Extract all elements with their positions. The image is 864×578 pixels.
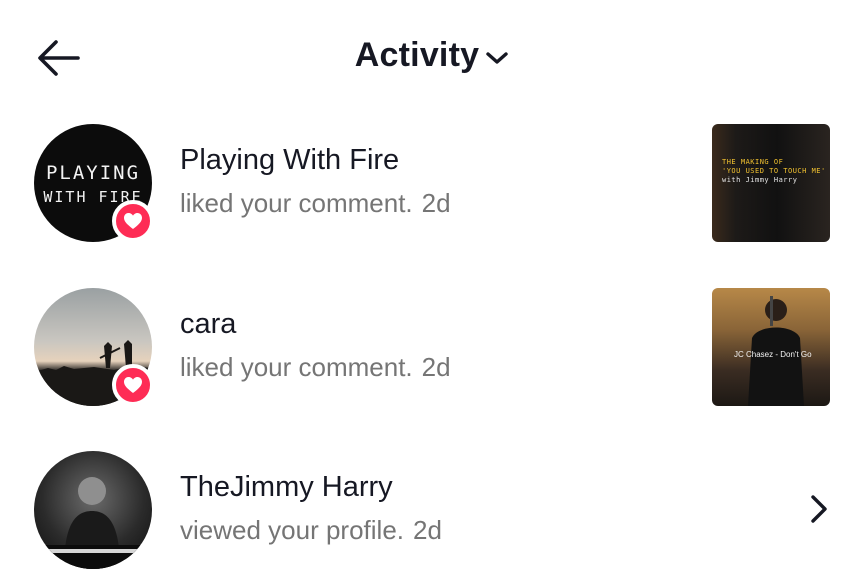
thumbnail-caption-line: THE MAKING OF <box>722 158 784 166</box>
avatar[interactable] <box>34 451 152 569</box>
avatar-wrap <box>34 451 152 569</box>
thumbnail-photo <box>748 296 804 406</box>
activity-time: 2d <box>421 188 451 218</box>
activity-filter-dropdown[interactable]: Activity <box>355 36 509 75</box>
heart-icon <box>124 377 142 393</box>
activity-action: liked your comment. <box>180 352 413 382</box>
activity-item-cara[interactable]: cara liked your comment. 2d JC Chasez - D… <box>0 282 864 412</box>
heart-icon <box>124 213 142 229</box>
chevron-right-icon[interactable] <box>806 493 832 525</box>
video-thumbnail[interactable]: JC Chasez - Don't Go <box>712 288 830 406</box>
thumbnail-caption-line: 'YOU USED TO TOUCH ME' <box>722 167 826 175</box>
activity-action: viewed your profile. <box>180 515 404 545</box>
activity-text: Playing With Fire liked your comment. 2d <box>180 142 451 220</box>
chevron-down-icon <box>486 51 508 64</box>
activity-item-playing-with-fire[interactable]: PLAYING WITH FIRE Playing With Fire like… <box>0 118 864 248</box>
activity-text: cara liked your comment. 2d <box>180 306 451 384</box>
video-thumbnail[interactable]: THE MAKING OF 'YOU USED TO TOUCH ME' wit… <box>712 124 830 242</box>
page-title: Activity <box>354 36 480 74</box>
user-name[interactable]: TheJimmy Harry <box>180 469 442 505</box>
user-name[interactable]: Playing With Fire <box>180 142 451 178</box>
user-name[interactable]: cara <box>180 306 451 342</box>
avatar-photo-silhouette <box>34 477 152 569</box>
activity-description: liked your comment. 2d <box>180 350 451 384</box>
activity-time: 2d <box>413 515 442 545</box>
activity-time: 2d <box>421 352 451 382</box>
thumbnail-caption-line: with Jimmy Harry <box>722 176 798 184</box>
activity-description: liked your comment. 2d <box>180 186 451 220</box>
thumbnail-caption: JC Chasez - Don't Go <box>734 350 812 359</box>
activity-action: liked your comment. <box>180 188 413 218</box>
activity-text: TheJimmy Harry viewed your profile. 2d <box>180 469 442 547</box>
avatar-wrap: PLAYING WITH FIRE <box>34 124 154 242</box>
activity-item-thejimmy-harry[interactable]: TheJimmy Harry viewed your profile. 2d <box>0 445 864 575</box>
thumbnail-caption: THE MAKING OF 'YOU USED TO TOUCH ME' wit… <box>722 158 826 185</box>
like-badge <box>112 364 154 406</box>
avatar-logo-text: PLAYING <box>45 162 141 184</box>
avatar-wrap <box>34 288 154 406</box>
activity-description: viewed your profile. 2d <box>180 513 442 547</box>
like-badge <box>112 200 154 242</box>
header: Activity <box>0 0 864 118</box>
